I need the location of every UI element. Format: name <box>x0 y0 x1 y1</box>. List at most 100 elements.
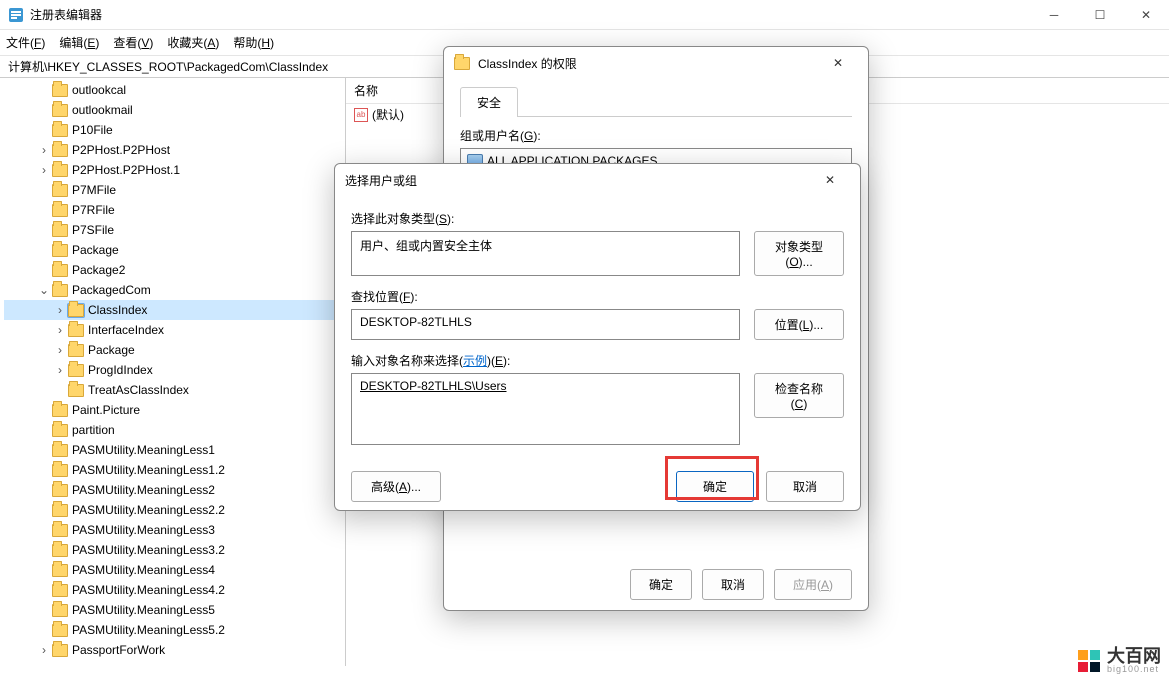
watermark-url: big100.net <box>1107 665 1161 674</box>
tree-item[interactable]: ›InterfaceIndex <box>4 320 345 340</box>
select-close-button[interactable]: ✕ <box>810 164 850 196</box>
regedit-icon <box>8 7 24 23</box>
tree-item[interactable]: PASMUtility.MeaningLess3.2 <box>4 540 345 560</box>
titlebar: 注册表编辑器 ─ ☐ ✕ <box>0 0 1169 30</box>
select-ok-button[interactable]: 确定 <box>676 471 754 502</box>
tree-item[interactable]: ⌄ PackagedCom <box>4 280 345 300</box>
object-types-button[interactable]: 对象类型(O)... <box>754 231 844 276</box>
tree-item[interactable]: P10File <box>4 120 345 140</box>
tree-item[interactable]: PASMUtility.MeaningLess4.2 <box>4 580 345 600</box>
tree-item[interactable]: PASMUtility.MeaningLess1 <box>4 440 345 460</box>
check-names-button[interactable]: 检查名称(C) <box>754 373 844 418</box>
folder-icon <box>52 84 68 97</box>
folder-icon <box>68 324 84 337</box>
column-name[interactable]: 名称 <box>354 82 378 99</box>
folder-icon <box>52 444 68 457</box>
window-controls: ─ ☐ ✕ <box>1031 0 1169 30</box>
folder-icon <box>454 57 470 70</box>
tree-item[interactable]: ›P2PHost.P2PHost <box>4 140 345 160</box>
tree-item-label: P7MFile <box>72 183 116 197</box>
tree-item[interactable]: PASMUtility.MeaningLess2.2 <box>4 500 345 520</box>
tree-item[interactable]: P7RFile <box>4 200 345 220</box>
select-user-dialog: 选择用户或组 ✕ 选择此对象类型(S): 用户、组或内置安全主体 对象类型(O)… <box>334 163 861 511</box>
folder-icon <box>52 404 68 417</box>
example-link[interactable]: 示例 <box>463 354 487 368</box>
tree-item-label: P2PHost.P2PHost.1 <box>72 163 180 177</box>
folder-icon <box>52 644 68 657</box>
tree-item[interactable]: PASMUtility.MeaningLess5.2 <box>4 620 345 640</box>
tree-item[interactable]: outlookcal <box>4 80 345 100</box>
close-button[interactable]: ✕ <box>1123 0 1169 30</box>
tree-item-label: Package <box>88 343 135 357</box>
tree-item[interactable]: PASMUtility.MeaningLess3 <box>4 520 345 540</box>
location-field: DESKTOP-82TLHLS <box>351 309 740 340</box>
permissions-ok-button[interactable]: 确定 <box>630 569 692 600</box>
tree-item[interactable]: Package2 <box>4 260 345 280</box>
permissions-dialog-titlebar[interactable]: ClassIndex 的权限 ✕ <box>444 47 868 79</box>
tree-item[interactable]: › P2PHost.P2PHost.1 <box>4 160 345 180</box>
permissions-dialog-title: ClassIndex 的权限 <box>478 55 577 72</box>
tree-pane[interactable]: outlookcaloutlookmailP10File›P2PHost.P2P… <box>0 78 346 666</box>
tree-item-label: ProgIdIndex <box>88 363 153 377</box>
folder-icon <box>52 484 68 497</box>
menu-help[interactable]: 帮助(H) <box>233 34 274 51</box>
tree-item[interactable]: ›PassportForWork <box>4 640 345 660</box>
folder-icon <box>52 584 68 597</box>
menu-edit[interactable]: 编辑(E) <box>59 34 99 51</box>
tab-security[interactable]: 安全 <box>460 87 518 117</box>
folder-icon <box>52 504 68 517</box>
permissions-apply-button[interactable]: 应用(A) <box>774 569 852 600</box>
chevron-down-icon[interactable]: ⌄ <box>36 283 52 297</box>
chevron-right-icon[interactable]: › <box>36 643 52 657</box>
menu-view[interactable]: 查看(V) <box>113 34 153 51</box>
tree-item[interactable]: TreatAsClassIndex <box>4 380 345 400</box>
folder-icon <box>52 604 68 617</box>
tree-item-label: PASMUtility.MeaningLess2.2 <box>72 503 225 517</box>
folder-icon <box>52 544 68 557</box>
menu-favorites[interactable]: 收藏夹(A) <box>167 34 219 51</box>
tree-item-label: PackagedCom <box>72 283 151 297</box>
select-cancel-button[interactable]: 取消 <box>766 471 844 502</box>
chevron-right-icon[interactable]: › <box>36 163 52 177</box>
chevron-right-icon[interactable]: › <box>52 363 68 377</box>
tree-item-label: PASMUtility.MeaningLess1 <box>72 443 215 457</box>
tree-item[interactable]: partition <box>4 420 345 440</box>
tree-item-label: outlookcal <box>72 83 126 97</box>
chevron-right-icon[interactable]: › <box>52 323 68 337</box>
tree-item-label: outlookmail <box>72 103 133 117</box>
minimize-button[interactable]: ─ <box>1031 0 1077 30</box>
tree-item[interactable]: › ProgIdIndex <box>4 360 345 380</box>
tree-item[interactable]: ›ClassIndex <box>4 300 345 320</box>
object-name-input[interactable]: DESKTOP-82TLHLS\Users <box>351 373 740 445</box>
maximize-button[interactable]: ☐ <box>1077 0 1123 30</box>
tree-item[interactable]: P7MFile <box>4 180 345 200</box>
advanced-button[interactable]: 高级(A)... <box>351 471 441 502</box>
menu-file[interactable]: 文件(F) <box>6 34 45 51</box>
folder-icon <box>52 464 68 477</box>
folder-icon <box>52 244 68 257</box>
chevron-right-icon[interactable]: › <box>52 343 68 357</box>
watermark-logo-icon <box>1077 649 1101 673</box>
locations-button[interactable]: 位置(L)... <box>754 309 844 340</box>
tree-item[interactable]: outlookmail <box>4 100 345 120</box>
select-dialog-titlebar[interactable]: 选择用户或组 ✕ <box>335 164 860 196</box>
chevron-right-icon[interactable]: › <box>36 143 52 157</box>
chevron-right-icon[interactable]: › <box>52 303 68 317</box>
tree-item[interactable]: PASMUtility.MeaningLess1.2 <box>4 460 345 480</box>
tree-item[interactable]: P7SFile <box>4 220 345 240</box>
tree-item-label: Paint.Picture <box>72 403 140 417</box>
permissions-cancel-button[interactable]: 取消 <box>702 569 764 600</box>
tree-item[interactable]: PASMUtility.MeaningLess2 <box>4 480 345 500</box>
select-dialog-title: 选择用户或组 <box>345 172 417 189</box>
permissions-close-button[interactable]: ✕ <box>818 47 858 79</box>
folder-icon <box>52 284 68 297</box>
folder-icon <box>52 264 68 277</box>
tree-item[interactable]: Paint.Picture <box>4 400 345 420</box>
tree-item-label: Package <box>72 243 119 257</box>
tree-item[interactable]: Package <box>4 240 345 260</box>
folder-icon <box>52 224 68 237</box>
tree-item[interactable]: PASMUtility.MeaningLess5 <box>4 600 345 620</box>
folder-icon <box>52 624 68 637</box>
tree-item[interactable]: › Package <box>4 340 345 360</box>
tree-item[interactable]: PASMUtility.MeaningLess4 <box>4 560 345 580</box>
